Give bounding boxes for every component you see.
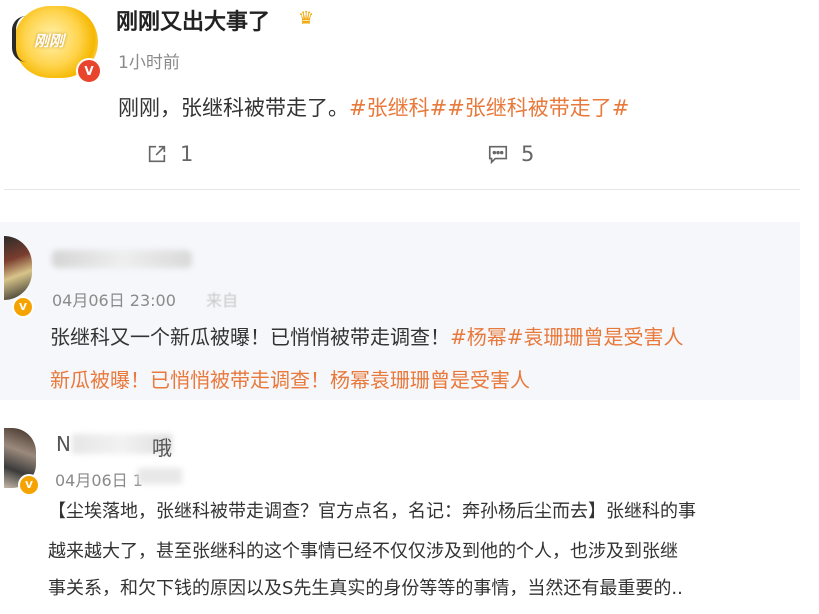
post-text-line: 事关系，和欠下钱的原因以及S先生真实的身份等等的事情，当然还有最重要的.. [48,578,683,599]
comment-button[interactable]: 5 [487,142,534,166]
post-source: 来自 [206,291,239,310]
post-time[interactable]: 04月06日 23:00 [52,287,176,311]
crown-icon: ♛ [298,8,315,29]
share-icon [148,145,166,163]
post-text-plain: 张继科又一个新瓜被曝！已悄悄被带走调查！ [50,325,450,349]
post-text-line: 越来越大了，甚至张继科的这个事情已经不仅仅涉及到他的个人，也涉及到张继 [48,541,678,562]
post-time[interactable]: 1小时前 [118,48,180,73]
comment-count: 5 [521,142,535,166]
author-name[interactable]: 刚刚又出大事了 [116,4,270,36]
post-text-line[interactable]: 新瓜被曝！已悄悄被带走调查！杨幂袁珊珊曾是受害人 [50,364,530,393]
hashtag-links[interactable]: #张继科##张继科被带走了# [349,96,629,120]
post-time-blurred [138,468,182,484]
post-text: 刚刚，张继科被带走了。#张继科##张继科被带走了# [118,92,629,122]
repost-button[interactable]: 1 [146,142,193,166]
post-text-line: 【尘埃落地，张继科被带走调查？官方点名，名记：奔孙杨后尘而去】张继科的事 [48,501,696,522]
repost-count: 1 [180,142,194,166]
divider [4,189,800,190]
hashtag-link[interactable]: #杨幂#袁珊珊曾是受害人 [450,325,684,349]
avatar-label: 刚刚 [34,32,65,50]
post-time[interactable]: 04月06日 1 [55,467,143,491]
author-name[interactable]: N [56,432,71,456]
author-name-tail: 哦 [152,436,172,460]
verified-badge-icon: V [12,296,34,318]
post-text-plain: 刚刚，张继科被带走了。 [118,96,349,120]
post-card-1: 刚刚 V 刚刚又出大事了 ♛ 1小时前 刚刚，张继科被带走了。#张继科##张继科… [0,0,819,200]
comment-icon [488,145,508,165]
author-name-blurred[interactable] [52,250,192,268]
verified-badge-icon: V [76,58,102,84]
avatar-ring [12,16,26,62]
verified-badge-icon: V [18,474,40,496]
post-text-line: 张继科又一个新瓜被曝！已悄悄被带走调查！#杨幂#袁珊珊曾是受害人 [50,321,684,350]
